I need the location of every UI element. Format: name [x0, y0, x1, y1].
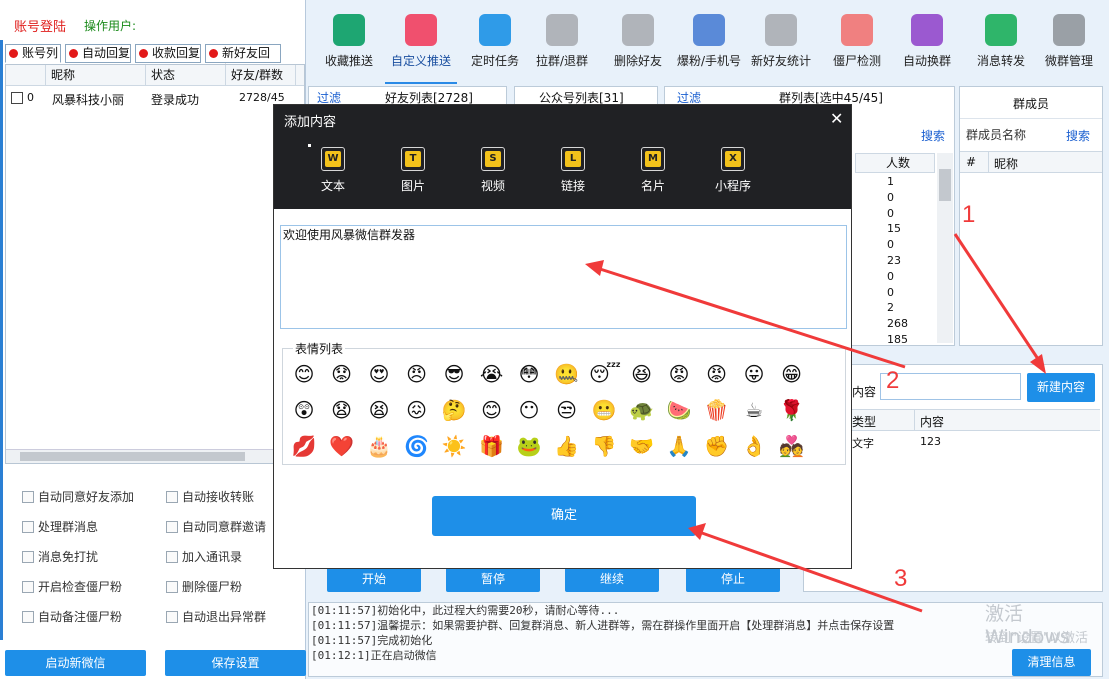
annotation-2: 2	[886, 367, 899, 394]
arrow-3	[701, 531, 923, 613]
annotation-3: 3	[894, 565, 907, 592]
annotation-overlay: 1 2 3	[585, 201, 1046, 613]
arrow-2	[599, 267, 906, 369]
arrowhead-3	[688, 523, 706, 540]
arrowhead-2	[585, 260, 604, 276]
arrowhead-1	[1030, 354, 1046, 374]
annotation-1: 1	[962, 201, 975, 228]
arrow-1	[953, 233, 1042, 363]
